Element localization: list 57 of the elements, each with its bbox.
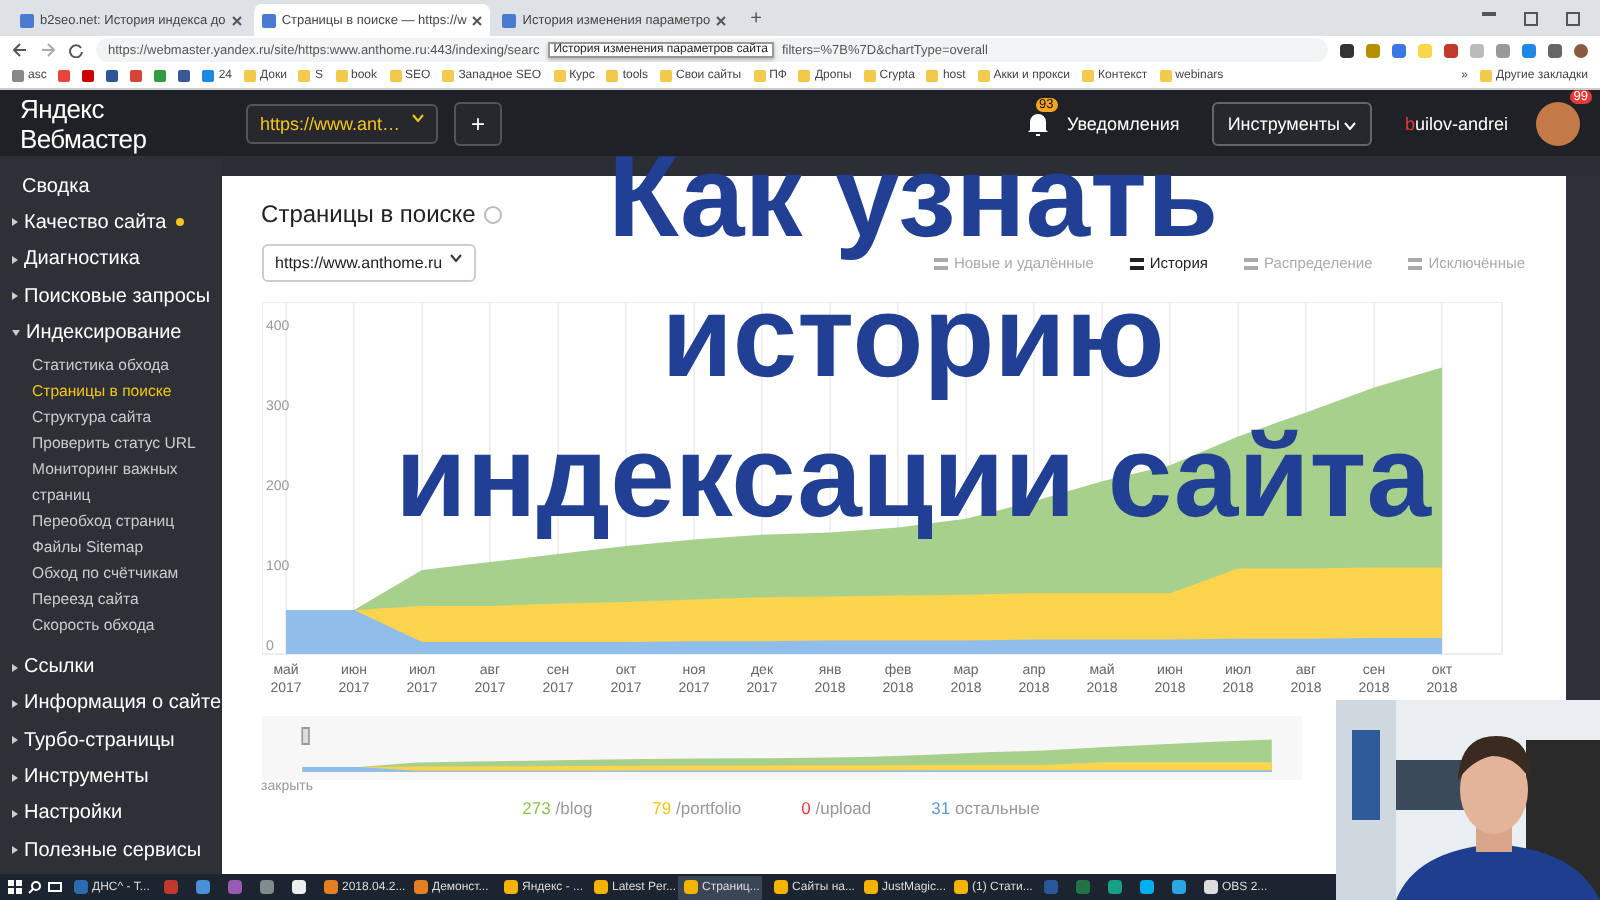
new-tab-button[interactable]: + [738, 7, 775, 29]
sidebar-item[interactable]: Ссылки [12, 648, 222, 686]
bookmark-icon[interactable] [130, 70, 143, 82]
close-icon[interactable] [231, 15, 242, 25]
back-icon[interactable] [12, 42, 28, 58]
sidebar-item[interactable]: Диагностика [12, 241, 222, 278]
site-select[interactable]: https://www.ant… [246, 103, 438, 143]
bookmark-icon[interactable] [106, 70, 119, 82]
bell-icon[interactable] [1023, 109, 1052, 137]
user-name[interactable]: builov-andrei [1404, 113, 1508, 133]
overlay-title: индексации сайта [395, 420, 1431, 536]
app-icon[interactable] [292, 880, 306, 894]
reload-icon[interactable] [68, 42, 84, 58]
bookmark-icon[interactable] [154, 70, 167, 82]
sidebar-item[interactable]: Инструменты [12, 758, 222, 796]
close-icon[interactable] [1566, 11, 1580, 25]
bookmark-icon[interactable] [82, 70, 95, 82]
start-icon[interactable] [8, 880, 22, 894]
sidebar-item[interactable]: Индексирование [12, 314, 222, 351]
chevron-icon [412, 113, 424, 121]
folder-icon [1480, 70, 1493, 82]
notifications-link[interactable]: Уведомления [1067, 113, 1180, 133]
search-icon[interactable] [28, 880, 42, 894]
app-icon[interactable] [1140, 880, 1154, 894]
site-icon [502, 13, 517, 27]
logo[interactable]: Яндекс Вебмастер [20, 93, 230, 153]
app-icon[interactable] [1108, 880, 1122, 894]
sidebar-item[interactable]: Полезные сервисы [12, 831, 222, 869]
minimize-icon[interactable] [1482, 11, 1496, 15]
app-icon[interactable] [260, 880, 274, 894]
avatar[interactable] [1536, 101, 1580, 145]
page-title: Страницы в поиске [261, 200, 476, 228]
site-icon [261, 13, 276, 27]
close-icon[interactable] [472, 15, 483, 25]
app-icon[interactable] [1172, 880, 1186, 894]
app-icon[interactable] [196, 880, 210, 894]
sidebar-item[interactable]: Информация о сайте [12, 685, 222, 723]
sidebar-item[interactable]: Турбо-страницы [12, 722, 222, 759]
sidebar-item[interactable]: Поисковые запросы [12, 277, 222, 315]
add-site-button[interactable]: + [454, 101, 502, 145]
site-icon [20, 13, 34, 27]
restore-icon[interactable] [1524, 11, 1538, 25]
overlay-title: историю [661, 280, 1165, 396]
site-select[interactable]: https://www.anthome.ru [261, 244, 477, 282]
sidebar-item[interactable]: Сводка [12, 168, 222, 205]
chevron-icon [1344, 121, 1357, 129]
legend-item[interactable]: 0 /upload [801, 798, 872, 818]
profile-icon[interactable] [1574, 43, 1588, 57]
bookmark-icon[interactable] [58, 70, 71, 82]
tools-dropdown[interactable]: Инструменты [1211, 101, 1373, 145]
close-icon[interactable] [716, 15, 727, 25]
app-icon[interactable] [228, 880, 242, 894]
chevron-icon [450, 254, 463, 262]
sidebar-item[interactable]: Качество сайта [12, 204, 222, 242]
task-view-icon[interactable] [48, 880, 62, 894]
bookmark-icon[interactable] [178, 70, 191, 82]
sidebar-item[interactable]: Настройки [12, 795, 222, 832]
